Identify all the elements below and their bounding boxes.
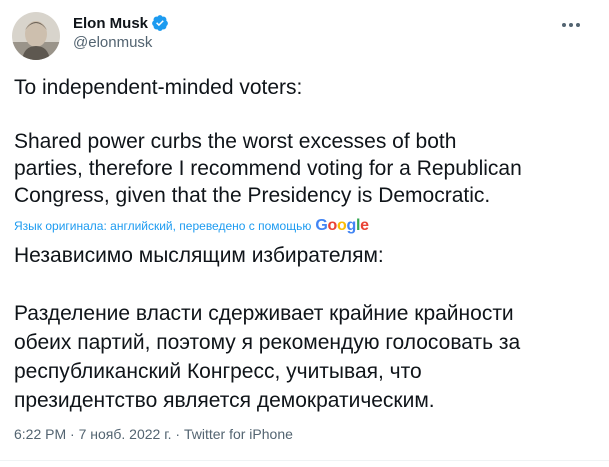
translated-line: обеих партий, поэтому я рекомендую голос… bbox=[14, 331, 521, 354]
translated-line: Разделение власти сдерживает крайние кра… bbox=[14, 302, 514, 325]
translated-line: президентство является демократическим. bbox=[14, 389, 435, 412]
avatar[interactable] bbox=[12, 12, 60, 60]
tweet-source[interactable]: Twitter for iPhone bbox=[184, 426, 293, 442]
tweet-time[interactable]: 6:22 PM · 7 нояб. 2022 г. bbox=[14, 426, 172, 442]
meta-separator: · bbox=[66, 426, 79, 442]
author-handle[interactable]: @elonmusk bbox=[73, 34, 152, 51]
tweet-line: Shared power curbs the worst excesses of… bbox=[14, 130, 457, 153]
tweet-time-text: 6:22 PM bbox=[14, 426, 67, 442]
divider bbox=[0, 460, 609, 461]
avatar-photo bbox=[12, 12, 60, 60]
tweet-original-text: To independent-minded voters: Shared pow… bbox=[14, 74, 599, 209]
author-display-name[interactable]: Elon Musk bbox=[73, 15, 148, 32]
translation-attribution[interactable]: Язык оригинала: английский, переведено с… bbox=[14, 217, 369, 235]
tweet-line: To independent-minded voters: bbox=[14, 76, 303, 99]
tweet-date-text: 7 нояб. 2022 г. bbox=[78, 426, 172, 442]
translation-note-text: Язык оригинала: английский, переведено с… bbox=[14, 219, 312, 233]
translated-line: республиканский Конгресс, учитывая, что bbox=[14, 360, 422, 383]
tweet-line: Congress, given that the Presidency is D… bbox=[14, 184, 491, 207]
tweet: Elon Musk @elonmusk To independent-minde… bbox=[0, 0, 609, 467]
verified-badge-icon bbox=[151, 14, 169, 32]
tweet-line: parties, therefore I recommend voting fo… bbox=[14, 157, 522, 180]
translated-line: Независимо мыслящим избирателям: bbox=[14, 244, 384, 267]
meta-separator: · bbox=[171, 426, 184, 442]
author-name-row: Elon Musk bbox=[73, 14, 169, 32]
tweet-translated-text: Независимо мыслящим избирателям: Разделе… bbox=[14, 241, 599, 415]
google-logo: Google bbox=[315, 217, 369, 234]
more-options-icon[interactable] bbox=[556, 12, 586, 38]
tweet-metadata: 6:22 PM · 7 нояб. 2022 г. · Twitter for … bbox=[14, 426, 293, 442]
